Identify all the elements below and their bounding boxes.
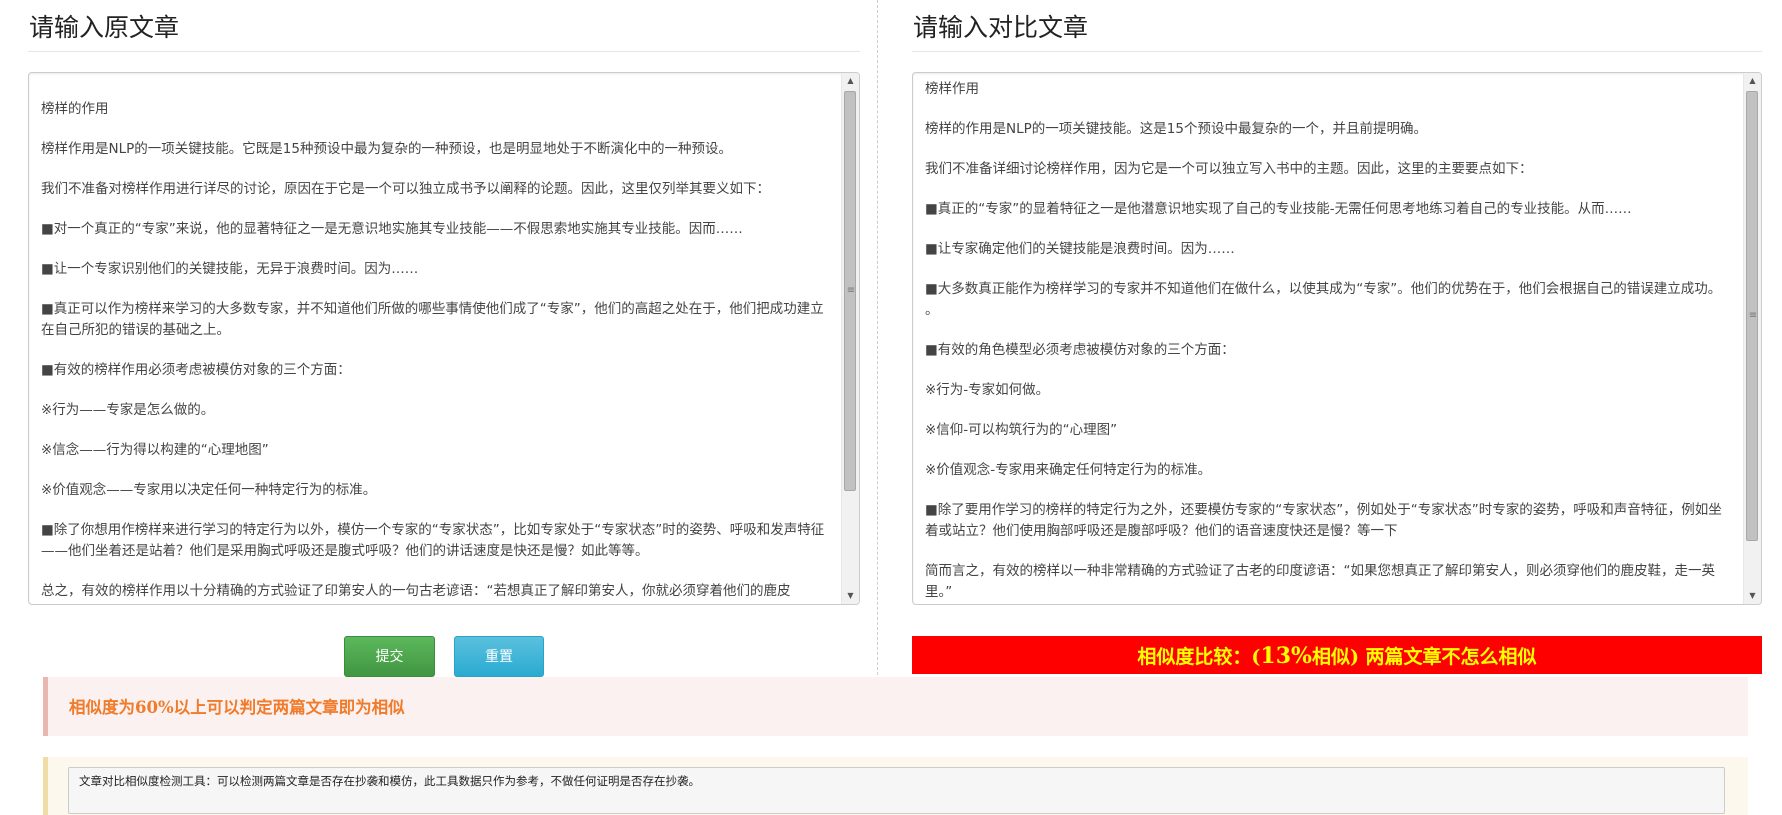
comparison-article-panel: 请输入对比文章 榜样作用 榜样的作用是NLP的一项关键技能。这是15个预设中最复… <box>912 0 1762 605</box>
scroll-thumb[interactable]: ≡ <box>1746 91 1758 541</box>
comparison-article-title: 请输入对比文章 <box>912 0 1762 52</box>
scroll-grip-icon: ≡ <box>846 285 856 296</box>
reset-button[interactable]: 重置 <box>454 636 544 677</box>
scroll-up-arrow-icon[interactable]: ▲ <box>1744 73 1761 89</box>
original-article-scrollbar[interactable]: ▲ ≡ ▼ <box>841 73 859 604</box>
paragraph: ■真正的“专家”的显着特征之一是他潜意识地实现了自己的专业技能-无需任何思考地练… <box>925 201 1632 217</box>
paragraph: 榜样作用 <box>925 81 979 97</box>
tool-description-box: 文章对比相似度检测工具：可以检测两篇文章是否存在抄袭和模仿，此工具数据只作为参考… <box>43 757 1748 815</box>
scroll-grip-icon: ≡ <box>1748 310 1758 321</box>
original-article-content[interactable]: 榜样的作用 榜样作用是NLP的一项关键技能。它既是15种预设中最为复杂的一种预设… <box>41 73 829 604</box>
similarity-result-prefix: 相似度比较：( <box>1137 646 1261 668</box>
paragraph: ■有效的榜样作用必须考虑被模仿对象的三个方面： <box>41 362 351 378</box>
paragraph: ※价值观念-专家用来确定任何特定行为的标准。 <box>925 462 1212 478</box>
paragraph: 榜样作用是NLP的一项关键技能。它既是15种预设中最为复杂的一种预设，也是明显地… <box>41 141 732 157</box>
comparison-article-content[interactable]: 榜样作用 榜样的作用是NLP的一项关键技能。这是15个预设中最复杂的一个，并且前… <box>925 73 1731 604</box>
paragraph: 我们不准备详细讨论榜样作用，因为它是一个可以独立写入书中的主题。因此，这里的主要… <box>925 161 1533 177</box>
submit-button[interactable]: 提交 <box>344 636 435 677</box>
original-article-textarea[interactable]: 榜样的作用 榜样作用是NLP的一项关键技能。它既是15种预设中最为复杂的一种预设… <box>28 72 860 605</box>
paragraph: ■让专家确定他们的关键技能是浪费时间。因为…… <box>925 241 1235 257</box>
paragraph: ※价值观念——专家用以决定任何一种特定行为的标准。 <box>41 482 377 498</box>
similarity-threshold-note: 相似度为60%以上可以判定两篇文章即为相似 <box>43 677 1748 736</box>
paragraph: ■真正可以作为榜样来学习的大多数专家，并不知道他们所做的哪些事情使他们成了“专家… <box>41 301 824 338</box>
scroll-thumb[interactable]: ≡ <box>844 91 856 491</box>
paragraph: 总之，有效的榜样作用以十分精确的方式验证了印第安人的一句古老谚语：“若想真正了解… <box>41 583 791 599</box>
paragraph: ※信念——行为得以构建的“心理地图” <box>41 442 269 458</box>
paragraph: ■除了你想用作榜样来进行学习的特定行为以外，模仿一个专家的“专家状态”，比如专家… <box>41 522 825 559</box>
paragraph: 榜样的作用 <box>41 101 109 117</box>
column-divider <box>877 0 878 680</box>
paragraph: 我们不准备对榜样作用进行详尽的讨论，原因在于它是一个可以独立成书予以阐释的论题。… <box>41 181 770 197</box>
scroll-down-arrow-icon[interactable]: ▼ <box>1744 588 1761 604</box>
paragraph: ■让一个专家识别他们的关键技能，无异于浪费时间。因为…… <box>41 261 419 277</box>
paragraph: ■对一个真正的“专家”来说，他的显著特征之一是无意识地实施其专业技能——不假思索… <box>41 221 743 237</box>
tool-description-field: 文章对比相似度检测工具：可以检测两篇文章是否存在抄袭和模仿，此工具数据只作为参考… <box>68 767 1725 814</box>
paragraph: ※行为-专家如何做。 <box>925 382 1050 398</box>
similarity-result-suffix: 相似) 两篇文章不怎么相似 <box>1311 646 1537 668</box>
paragraph: 榜样的作用是NLP的一项关键技能。这是15个预设中最复杂的一个，并且前提明确。 <box>925 121 1427 137</box>
paragraph: ■有效的角色模型必须考虑被模仿对象的三个方面： <box>925 342 1235 358</box>
paragraph: ※行为——专家是怎么做的。 <box>41 402 215 418</box>
paragraph: 简而言之，有效的榜样以一种非常精确的方式验证了古老的印度谚语：“如果您想真正了解… <box>925 563 1715 600</box>
similarity-result-bar: 相似度比较：(13%相似) 两篇文章不怎么相似 <box>912 636 1762 674</box>
paragraph: ■除了要用作学习的榜样的特定行为之外，还要模仿专家的“专家状态”，例如处于“专家… <box>925 502 1722 539</box>
comparison-article-textarea[interactable]: 榜样作用 榜样的作用是NLP的一项关键技能。这是15个预设中最复杂的一个，并且前… <box>912 72 1762 605</box>
comparison-article-scrollbar[interactable]: ▲ ≡ ▼ <box>1743 73 1761 604</box>
scroll-down-arrow-icon[interactable]: ▼ <box>842 588 859 604</box>
paragraph: ■大多数真正能作为榜样学习的专家并不知道他们在做什么，以使其成为“专家”。他们的… <box>925 281 1722 318</box>
paragraph: ※信仰-可以构筑行为的“心理图” <box>925 422 1118 438</box>
original-article-panel: 请输入原文章 榜样的作用 榜样作用是NLP的一项关键技能。它既是15种预设中最为… <box>28 0 860 605</box>
scroll-up-arrow-icon[interactable]: ▲ <box>842 73 859 89</box>
original-article-title: 请输入原文章 <box>28 0 860 52</box>
similarity-percent: 13% <box>1260 643 1312 669</box>
similarity-threshold-text: 相似度为60%以上可以判定两篇文章即为相似 <box>69 698 405 717</box>
